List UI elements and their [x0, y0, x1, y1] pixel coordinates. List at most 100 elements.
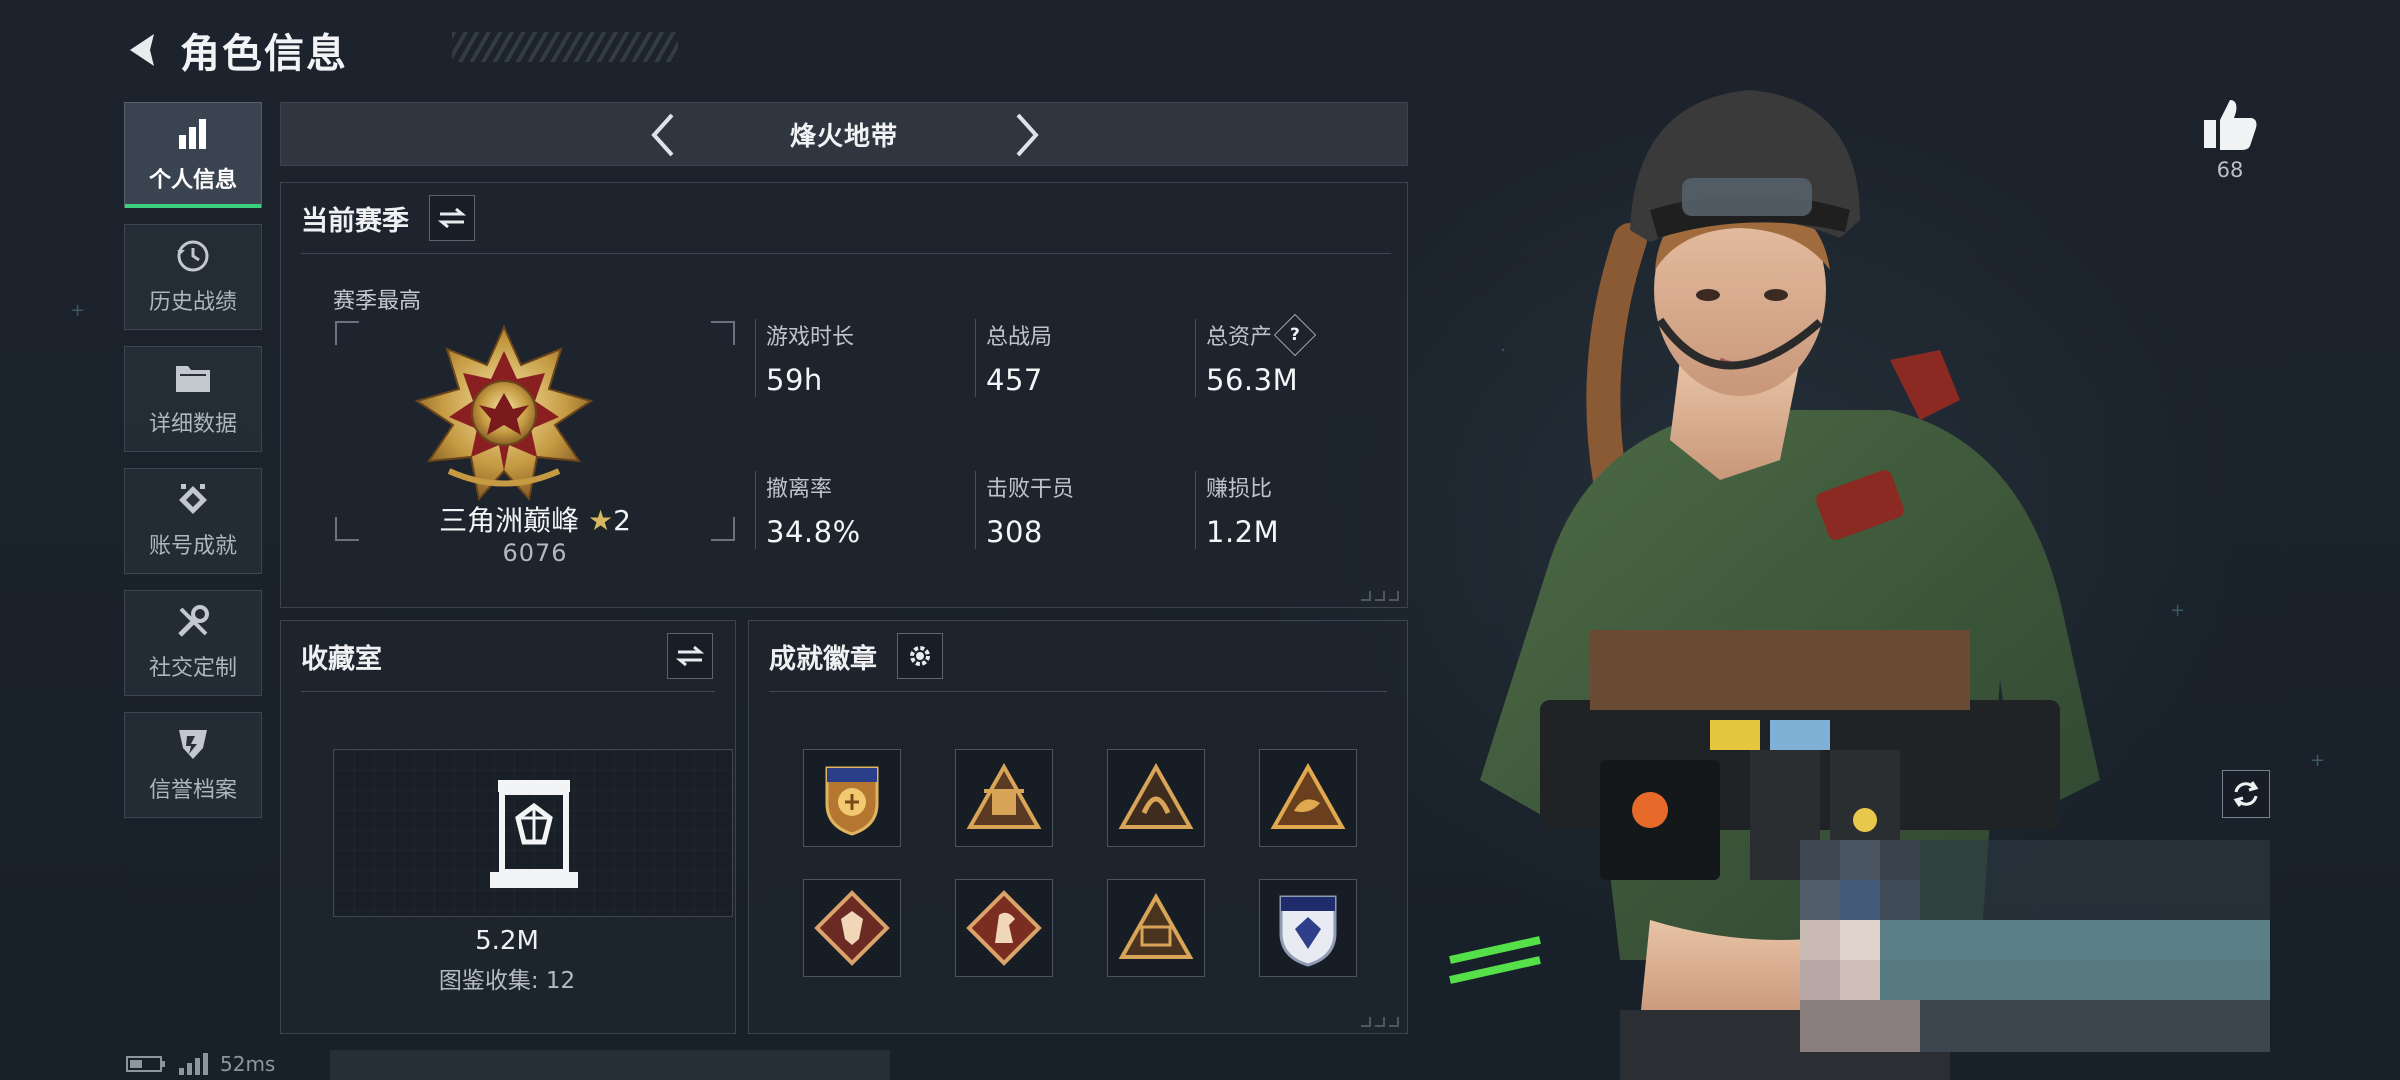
achievement-badge[interactable]	[803, 879, 901, 977]
sidebar-item-label: 详细数据	[148, 412, 237, 437]
achievement-badge[interactable]	[955, 749, 1053, 847]
star-shield-badge-icon	[1279, 895, 1337, 967]
sidebar-item-details[interactable]: 详细数据	[124, 346, 262, 452]
triangle-badge-icon	[1118, 763, 1194, 829]
achievement-badge[interactable]	[955, 879, 1053, 977]
rank-name: 三角洲巅峰 ★2	[335, 499, 735, 539]
stat-label: 撤离率	[766, 477, 833, 502]
switch-season-button[interactable]	[429, 195, 475, 241]
stat-extraction-rate: 撤离率 34.8%	[755, 471, 861, 549]
stat-label: 总战局	[986, 325, 1053, 350]
stat-profit-ratio: 赚损比 1.2M	[1195, 471, 1279, 549]
history-clock-icon	[173, 238, 213, 274]
collection-header: 收藏室	[301, 633, 382, 679]
rank-medal-icon	[409, 321, 599, 511]
status-bar: 52ms	[126, 1052, 275, 1076]
page-title: 角色信息	[180, 31, 348, 77]
blurred-status-info	[330, 1050, 890, 1080]
stat-value: 59h	[766, 363, 823, 397]
stat-total-assets: 总资产 ? 56.3M	[1195, 313, 1317, 397]
gear-icon	[910, 646, 930, 666]
sidebar-item-social[interactable]: 社交定制	[124, 590, 262, 696]
thumbs-up-icon[interactable]	[2200, 96, 2260, 152]
sidebar-item-label: 历史战绩	[148, 290, 237, 315]
sidebar-item-label: 个人信息	[148, 168, 237, 193]
sidebar-item-label: 社交定制	[148, 656, 237, 681]
tools-icon	[173, 604, 213, 640]
achievements-title: 成就徽章	[769, 643, 877, 675]
triangle-badge-icon	[1270, 763, 1346, 829]
title-stripes-decoration	[452, 32, 678, 62]
corner-decoration	[1361, 1017, 1399, 1027]
sidebar-item-personal-info[interactable]: 个人信息	[124, 102, 262, 208]
achievement-badge[interactable]	[803, 749, 901, 847]
collection-count: 图鉴收集: 12	[438, 968, 576, 994]
divider	[301, 253, 1391, 254]
stat-value: 34.8%	[766, 515, 861, 549]
achievement-badge[interactable]	[1107, 749, 1205, 847]
season-header: 当前赛季	[301, 195, 475, 241]
sidebar-item-history[interactable]: 历史战绩	[124, 224, 262, 330]
triangle-badge-icon	[966, 763, 1042, 829]
swap-icon	[438, 207, 466, 229]
collection-title: 收藏室	[301, 643, 382, 675]
sidebar-nav: 个人信息 历史战绩 详细数据 账号成就 社交定制 信誉档案	[124, 102, 262, 834]
achievement-badge[interactable]	[1259, 879, 1357, 977]
signal-icon	[179, 1053, 208, 1075]
like-count: 68	[2216, 158, 2244, 182]
stat-value: 1.2M	[1206, 515, 1280, 549]
rank-score: 6076	[502, 539, 568, 567]
collection-value: 5.2M	[475, 926, 539, 956]
swap-icon	[676, 645, 704, 667]
sparkle-decoration: +	[2310, 750, 2326, 771]
achievement-badge[interactable]	[1107, 879, 1205, 977]
bar-chart-icon	[173, 116, 213, 152]
stat-label: 游戏时长	[766, 325, 855, 350]
achievement-badge[interactable]	[1259, 749, 1357, 847]
stat-value: 457	[986, 363, 1043, 397]
back-arrow-icon[interactable]	[122, 28, 166, 72]
season-title: 当前赛季	[301, 205, 409, 237]
mode-selector: 烽火地带	[280, 102, 1408, 166]
refresh-button[interactable]	[2222, 770, 2270, 818]
stat-label: 赚损比	[1206, 477, 1273, 502]
blurred-name-plate	[1800, 840, 2270, 1052]
page-header: 角色信息	[122, 22, 678, 78]
mode-title: 烽火地带	[789, 121, 898, 152]
rank-star-icon: ★	[587, 504, 614, 537]
season-panel: 当前赛季 赛季最高 三角洲巅峰 ★2 6076 游戏时长 59h 总战局 457	[280, 182, 1408, 608]
sidebar-item-label: 信誉档案	[148, 778, 237, 803]
season-best-label: 赛季最高	[333, 289, 422, 314]
refresh-icon	[2233, 781, 2259, 807]
achievements-settings-button[interactable]	[897, 633, 943, 679]
achievements-header: 成就徽章	[769, 633, 943, 679]
battery-icon	[126, 1056, 165, 1072]
stat-label: 总资产 ?	[1206, 313, 1317, 357]
ping-value: 52ms	[220, 1052, 276, 1076]
stat-value: 56.3M	[1206, 363, 1299, 397]
eagle-shield-badge-icon	[825, 766, 879, 836]
mode-prev-chevron-icon[interactable]	[641, 113, 685, 157]
switch-collection-button[interactable]	[667, 633, 713, 679]
sidebar-item-label: 账号成就	[148, 534, 237, 559]
stat-operators-defeated: 击败干员 308	[975, 471, 1074, 549]
sparkle-decoration: +	[70, 300, 86, 321]
mode-next-chevron-icon[interactable]	[1005, 113, 1049, 157]
collection-panel: 收藏室 5.2M 图鉴收集: 12	[280, 620, 736, 1034]
stat-total-matches: 总战局 457	[975, 319, 1052, 397]
stat-label: 击败干员	[986, 477, 1075, 502]
corner-decoration	[1361, 591, 1399, 601]
shield-icon	[173, 726, 213, 762]
divider	[301, 691, 715, 692]
wolf-diamond-badge-icon	[814, 890, 890, 966]
number-triangle-badge-icon	[1118, 893, 1194, 959]
achievement-icon	[173, 482, 213, 518]
rank-name-text: 三角洲巅峰	[439, 504, 580, 537]
divider	[769, 691, 1387, 692]
sidebar-item-achievements[interactable]: 账号成就	[124, 468, 262, 574]
stat-value: 308	[986, 515, 1043, 549]
sidebar-item-credit[interactable]: 信誉档案	[124, 712, 262, 818]
help-icon[interactable]: ?	[1273, 313, 1317, 357]
collection-showcase[interactable]	[333, 749, 733, 917]
rank-level: 2	[613, 504, 631, 537]
